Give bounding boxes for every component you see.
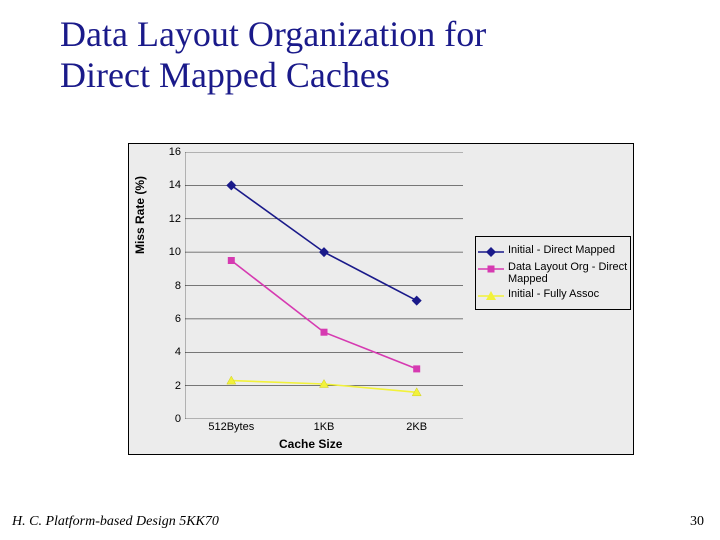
legend-item: Initial - Direct Mapped xyxy=(478,244,628,258)
ytick: 0 xyxy=(163,414,181,447)
legend-label: Initial - Direct Mapped xyxy=(508,244,628,256)
ytick: 8 xyxy=(163,281,181,314)
title-line-1: Data Layout Organization for xyxy=(60,14,486,54)
plot-area xyxy=(185,152,463,419)
square-icon xyxy=(478,263,504,275)
legend-item: Initial - Fully Assoc xyxy=(478,288,628,302)
ytick: 16 xyxy=(163,147,181,180)
series-initial-fully xyxy=(227,376,421,396)
legend-item: Data Layout Org - Direct Mapped xyxy=(478,261,628,285)
footer-left: H. C. Platform-based Design 5KK70 xyxy=(12,514,219,530)
ytick: 2 xyxy=(163,381,181,414)
y-axis-label: Miss Rate (%) xyxy=(133,176,147,254)
xtick: 512Bytes xyxy=(208,421,254,433)
y-ticks: 16 14 12 10 8 6 4 2 0 xyxy=(163,147,181,448)
triangle-icon xyxy=(478,290,504,302)
slide-title: Data Layout Organization for Direct Mapp… xyxy=(60,14,486,97)
legend: Initial - Direct Mapped Data Layout Org … xyxy=(475,236,631,310)
ytick: 14 xyxy=(163,180,181,213)
legend-label: Initial - Fully Assoc xyxy=(508,288,628,300)
ytick: 10 xyxy=(163,247,181,280)
grid xyxy=(185,152,463,419)
ytick: 4 xyxy=(163,347,181,380)
xtick: 1KB xyxy=(314,421,335,433)
title-line-2: Direct Mapped Caches xyxy=(60,55,390,95)
ytick: 12 xyxy=(163,214,181,247)
ytick: 6 xyxy=(163,314,181,347)
chart-svg xyxy=(185,152,463,419)
xtick: 2KB xyxy=(406,421,427,433)
series-dlo-direct xyxy=(228,257,420,372)
diamond-icon xyxy=(478,246,504,258)
x-axis-label: Cache Size xyxy=(279,437,342,451)
legend-label: Data Layout Org - Direct Mapped xyxy=(508,261,628,285)
chart-container: Miss Rate (%) 16 14 12 10 8 6 4 2 0 xyxy=(128,143,634,455)
slide-number: 30 xyxy=(690,514,704,530)
series-initial-direct xyxy=(226,180,421,305)
